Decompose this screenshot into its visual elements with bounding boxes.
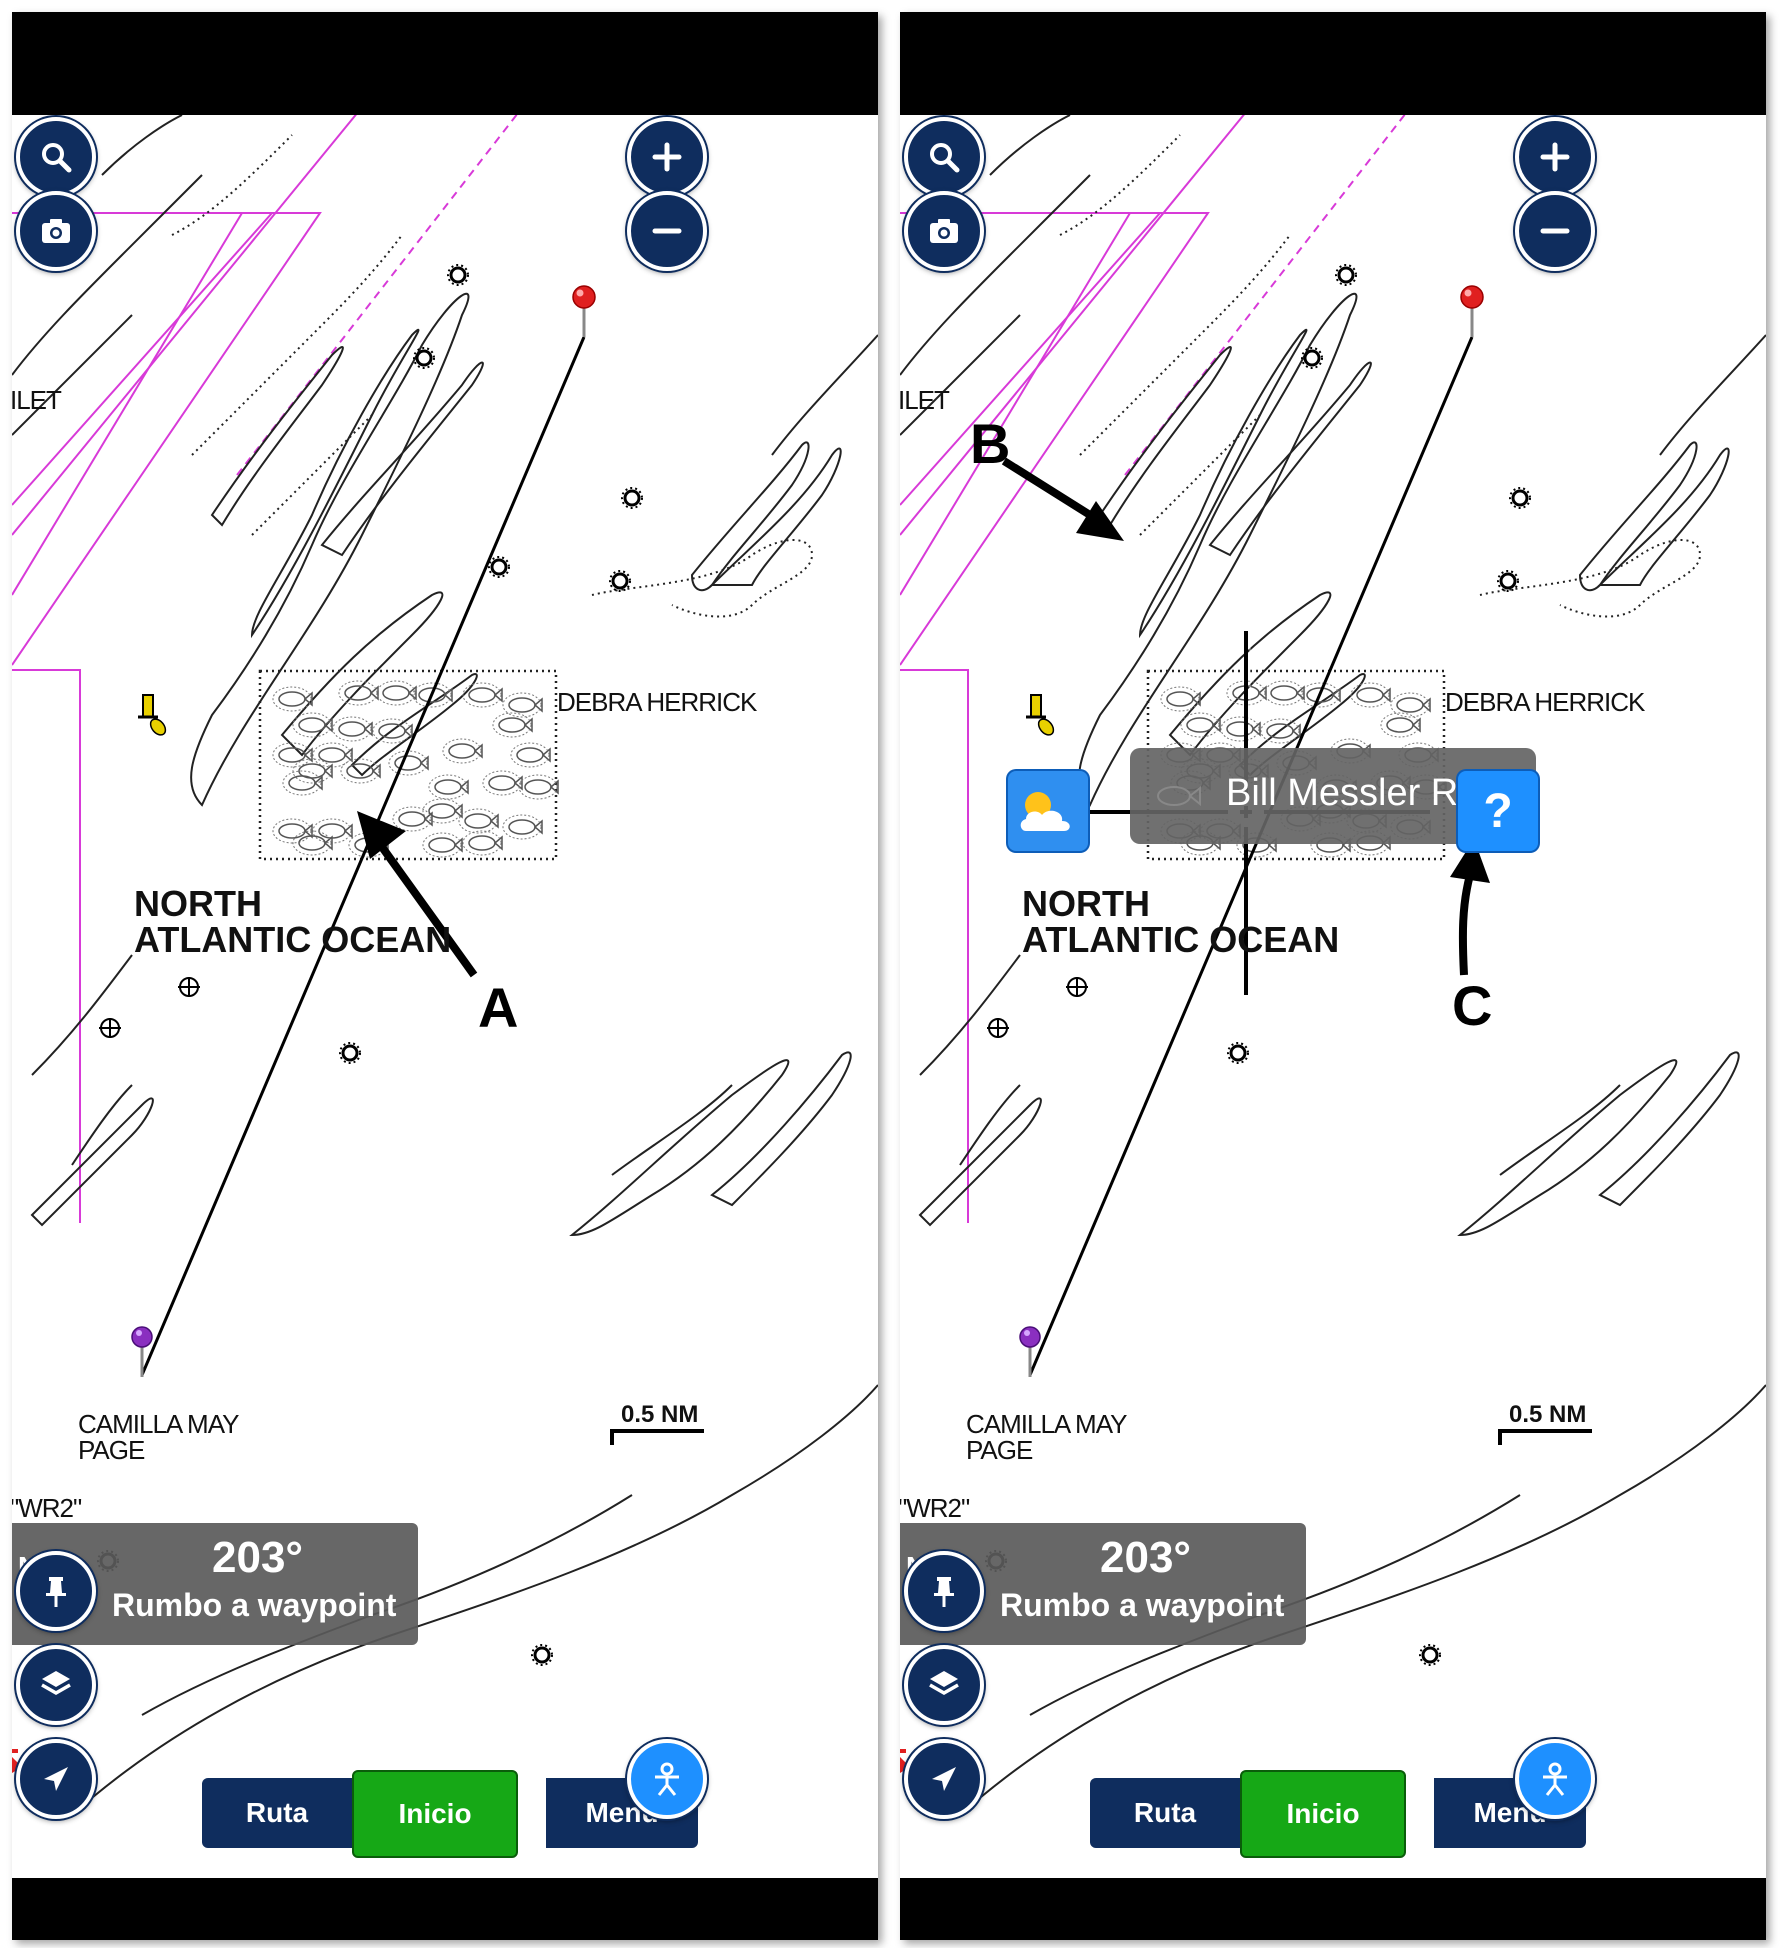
pin-button[interactable]	[16, 1551, 96, 1631]
chart-map[interactable]: ILET DEBRA HERRICK NORTH ATLANTIC OCEAN …	[900, 115, 1766, 1878]
map-label-wr2: "WR2"	[900, 1493, 970, 1523]
search-icon	[930, 143, 960, 173]
zoom-in-icon	[652, 142, 682, 172]
destination-pin-icon	[572, 285, 596, 337]
pin-icon	[46, 1577, 66, 1607]
tab-route[interactable]: Ruta	[202, 1778, 352, 1848]
destination-pin-icon	[1460, 285, 1484, 337]
zoom-out-icon	[652, 228, 682, 234]
heading-value: 203°	[1100, 1533, 1192, 1582]
map-label-camilla-line2: PAGE	[966, 1435, 1033, 1465]
scale-label: 0.5 NM	[1509, 1401, 1587, 1428]
scale-label: 0.5 NM	[621, 1401, 699, 1428]
heading-subtitle: Rumbo a waypoint	[112, 1587, 397, 1623]
vessel-location-pin-icon	[1019, 1326, 1041, 1377]
zoom-out-button[interactable]	[1515, 191, 1595, 271]
annotation-label-c: C	[1452, 974, 1493, 1037]
scale-bar	[610, 1429, 704, 1445]
navigation-arrow-icon	[44, 1767, 68, 1791]
map-label-ocean-line1: NORTH	[134, 883, 262, 924]
pin-button[interactable]	[904, 1551, 984, 1631]
bottom-nav-bar: Ruta Menú Inicio	[202, 1770, 698, 1858]
map-label-ocean-line2: ATLANTIC OCEAN	[134, 919, 452, 960]
bottom-nav-bar: Ruta Menú Inicio	[1090, 1770, 1586, 1858]
tab-route[interactable]: Ruta	[1090, 1778, 1240, 1848]
map-label-ocean-line2: ATLANTIC OCEAN	[1022, 919, 1340, 960]
zoom-in-button[interactable]	[627, 117, 707, 197]
annotation-label-a: A	[478, 976, 519, 1039]
map-label-camilla-line2: PAGE	[78, 1435, 145, 1465]
camera-button[interactable]	[16, 191, 96, 271]
annotation-arrow-b	[1001, 457, 1124, 541]
query-button[interactable]: ?	[1458, 771, 1538, 851]
heading-subtitle: Rumbo a waypoint	[1000, 1587, 1285, 1623]
camera-button[interactable]	[904, 191, 984, 271]
chart-map[interactable]: ILET DEBRA HERRICK NORTH ATLANTIC OCEAN …	[12, 115, 878, 1878]
tab-home[interactable]: Inicio	[352, 1770, 518, 1858]
navigation-button[interactable]	[16, 1739, 96, 1819]
annotation-arrow-c	[1450, 839, 1490, 976]
layers-button[interactable]	[904, 1645, 984, 1725]
layers-icon	[41, 1671, 71, 1696]
right-screenshot-panel: ILET DEBRA HERRICK NORTH ATLANTIC OCEAN …	[900, 12, 1766, 1940]
fish-icon	[1157, 785, 1201, 807]
person-icon	[655, 1762, 679, 1796]
profile-button[interactable]	[627, 1739, 707, 1819]
profile-button[interactable]	[1515, 1739, 1595, 1819]
search-icon	[42, 143, 72, 173]
map-label-debra-herrick: DEBRA HERRICK	[1445, 687, 1645, 717]
map-label-inlet: ILET	[12, 385, 62, 415]
tab-home[interactable]: Inicio	[1240, 1770, 1406, 1858]
pin-icon	[934, 1577, 954, 1607]
weather-button[interactable]	[1008, 771, 1088, 851]
heading-value: 203°	[212, 1533, 304, 1582]
navigation-arrow-icon	[932, 1767, 956, 1791]
map-label-inlet: ILET	[900, 385, 950, 415]
map-label-ocean-line1: NORTH	[1022, 883, 1150, 924]
search-button[interactable]	[904, 117, 984, 197]
left-screenshot-panel: ILET DEBRA HERRICK NORTH ATLANTIC OCEAN …	[12, 12, 878, 1940]
zoom-in-button[interactable]	[1515, 117, 1595, 197]
map-label-wr2: "WR2"	[12, 1493, 82, 1523]
zoom-out-button[interactable]	[627, 191, 707, 271]
vessel-location-pin-icon	[131, 1326, 153, 1377]
navigation-button[interactable]	[904, 1739, 984, 1819]
layers-icon	[929, 1671, 959, 1696]
zoom-in-icon	[1540, 142, 1570, 172]
person-icon	[1543, 1762, 1567, 1796]
camera-icon	[42, 219, 70, 243]
scale-bar	[1498, 1429, 1592, 1445]
map-label-debra-herrick: DEBRA HERRICK	[557, 687, 757, 717]
weather-icon	[1020, 792, 1070, 831]
search-button[interactable]	[16, 117, 96, 197]
camera-icon	[930, 219, 958, 243]
zoom-out-icon	[1540, 228, 1570, 234]
layers-button[interactable]	[16, 1645, 96, 1725]
question-icon: ?	[1483, 784, 1513, 838]
annotation-label-b: B	[970, 412, 1011, 475]
